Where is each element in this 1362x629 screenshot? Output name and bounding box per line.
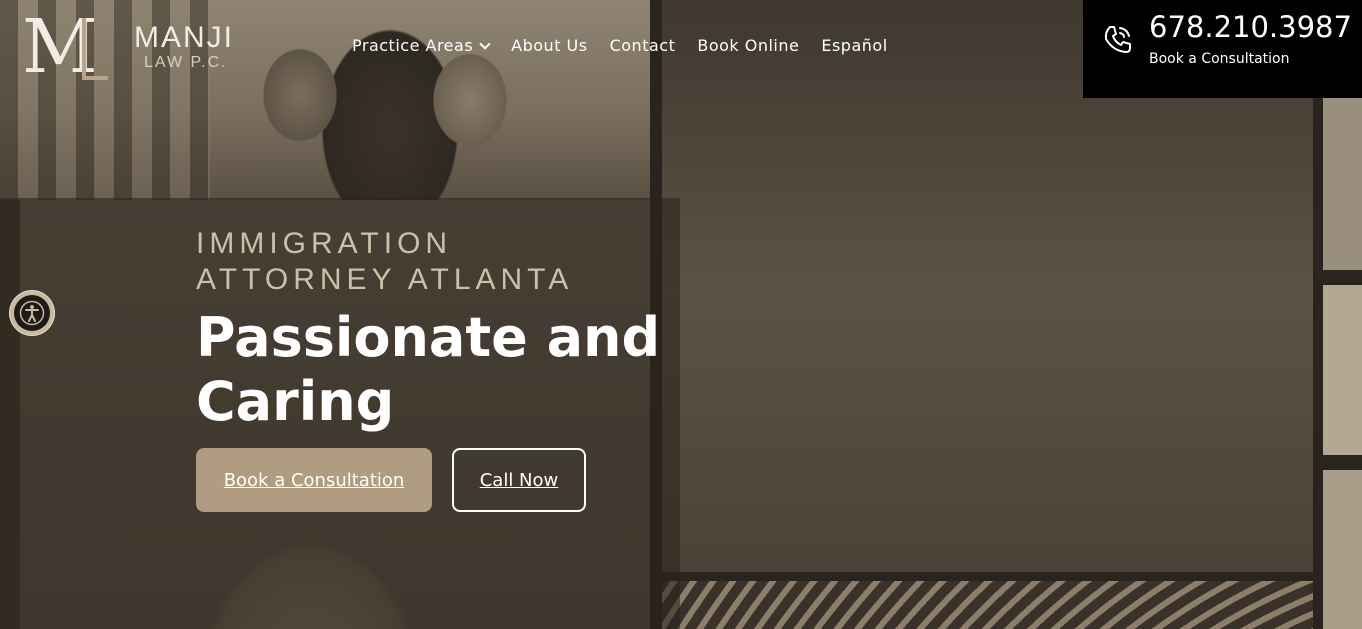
- nav-item-contact[interactable]: Contact: [610, 36, 676, 55]
- nav-item-label: Practice Areas: [352, 36, 474, 55]
- chevron-down-icon: [479, 37, 491, 50]
- collage-divider: [660, 572, 1315, 581]
- eyebrow-line: IMMIGRATION: [196, 227, 453, 260]
- book-consultation-button[interactable]: Book a Consultation: [196, 448, 432, 512]
- headline-line: Passionate and: [196, 306, 661, 369]
- logo-monogram: M: [22, 10, 122, 84]
- headline-line: Caring: [196, 370, 395, 433]
- nav-item-book-online[interactable]: Book Online: [697, 36, 799, 55]
- hero-eyebrow: IMMIGRATION ATTORNEY ATLANTA: [196, 226, 573, 298]
- site-logo[interactable]: M MANJI LAW P.C.: [22, 10, 234, 84]
- nav-item-practice-areas[interactable]: Practice Areas: [352, 36, 491, 55]
- call-now-button[interactable]: Call Now: [452, 448, 586, 512]
- brand-subtitle: LAW P.C.: [144, 54, 228, 71]
- phone-cta[interactable]: 678.210.3987 Book a Consultation: [1083, 0, 1362, 98]
- eyebrow-line: ATTORNEY ATLANTA: [196, 263, 574, 296]
- nav-item-espanol[interactable]: Español: [821, 36, 887, 55]
- accessibility-button[interactable]: [10, 291, 54, 335]
- accessibility-icon: [19, 300, 45, 326]
- phone-icon: [1104, 26, 1131, 53]
- photo-lights: [660, 580, 1315, 629]
- nav-item-about-us[interactable]: About Us: [511, 36, 587, 55]
- brand-name: MANJI: [134, 21, 234, 54]
- hero-headline: Passionate and Caring: [196, 306, 660, 434]
- phone-number: 678.210.3987: [1149, 10, 1352, 44]
- phone-subtitle: Book a Consultation: [1149, 51, 1290, 67]
- main-nav: Practice Areas About Us Contact Book Onl…: [352, 36, 888, 55]
